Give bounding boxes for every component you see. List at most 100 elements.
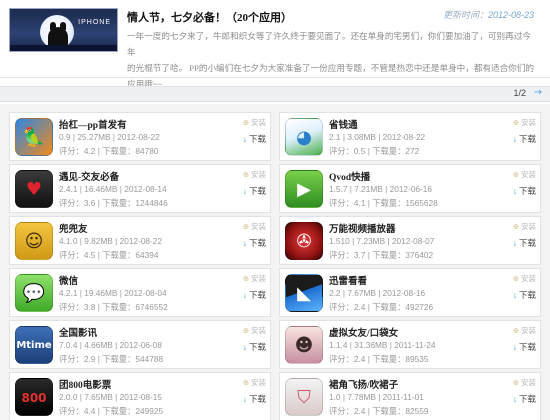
app-name[interactable]: 抬杠—pp首发有 [59,117,127,131]
download-button[interactable]: ↓ 下载 [232,133,266,148]
play-icon[interactable]: ▶ [285,170,323,208]
app-card[interactable]: ◣ 迅雷看看 2.2 | 7.67MB | 2012-08-16 评分：2.4 … [279,268,541,317]
download-arrow-icon: ↓ [512,342,517,352]
install-button[interactable]: ⊕ 安装 [502,117,536,129]
download-button[interactable]: ↓ 下载 [502,133,536,148]
install-button[interactable]: ⊕ 安装 [232,221,266,233]
install-label: 安装 [251,118,266,127]
app-name[interactable]: 虚拟女友/口袋女 [329,325,398,339]
app-card[interactable]: 800 团800电影票 2.0.0 | 7.65MB | 2012-08-15 … [9,372,271,420]
download-button[interactable]: ↓ 下载 [502,237,536,252]
app-card[interactable]: ⛉ 裙角飞扬/吹裙子 1.0 | 7.78MB | 2011-11-01 评分：… [279,372,541,420]
next-page-arrow-icon[interactable]: → [534,87,542,98]
topic-banner-image[interactable]: IPHONE [9,8,118,52]
app-name[interactable]: 省钱通 [329,117,358,131]
smiley-icon[interactable]: ☺ [15,222,53,260]
download-button[interactable]: ↓ 下载 [502,289,536,304]
install-label: 安装 [251,222,266,231]
app-size: 7.78MB [347,392,376,402]
app-card[interactable]: ☻ 虚拟女友/口袋女 1.1.4 | 31.36MB | 2011-11-24 … [279,320,541,369]
install-button[interactable]: ⊕ 安装 [232,325,266,337]
download-button[interactable]: ↓ 下载 [232,185,266,200]
app-meta: 2.4.1 | 16.46MB | 2012-08-14 [59,184,167,194]
app-stats: 评分：2.4 | 下载量：492726 [329,302,434,312]
app-stats: 评分：4.2 | 下载量：84780 [59,146,159,156]
chat-bubble-icon[interactable]: 💬 [15,274,53,312]
topic-title: 情人节，七夕必备！（20个应用） [127,12,292,24]
app-meta: 2.0.0 | 7.65MB | 2012-08-15 [59,392,163,402]
app-name[interactable]: 裙角飞扬/吹裙子 [329,377,398,391]
download-arrow-icon: ↓ [242,342,247,352]
download-button[interactable]: ↓ 下载 [502,341,536,356]
app-score: 评分：2.4 [329,406,366,416]
film-ticket-icon[interactable]: 800 [15,378,53,416]
app-meta: 2.1 | 3.08MB | 2012-08-22 [329,132,426,142]
app-version: 2.1 [329,132,341,142]
app-meta: 1.510 | 7.23MB | 2012-08-07 [329,236,435,246]
heart-icon[interactable]: ♥ [15,170,53,208]
app-name[interactable]: 兜兜友 [59,221,88,235]
install-label: 安装 [521,326,536,335]
topic-description: 一年一度的七夕来了，牛郎和织女等了许久终于要见面了。还在单身的宅男们，你们要加油… [127,28,539,92]
download-button[interactable]: ↓ 下载 [502,185,536,200]
update-time: 更新时间：2012-08-23 [443,8,534,21]
app-downloads: 下载量：89535 [372,354,429,364]
install-label: 安装 [521,378,536,387]
app-meta: 0.9 | 25.27MB | 2012-08-22 [59,132,160,142]
app-date: 2012-06-08 [119,340,163,350]
app-name[interactable]: Qvod快播 [329,169,370,183]
page-indicator: 1/2 [513,88,526,98]
install-button[interactable]: ⊕ 安装 [232,377,266,389]
install-icon: ⊕ [512,118,519,127]
download-label: 下载 [248,238,266,248]
download-button[interactable]: ↓ 下载 [502,393,536,408]
app-name[interactable]: 万能视频播放器 [329,221,396,235]
app-name[interactable]: 微信 [59,273,78,287]
download-arrow-icon: ↓ [512,134,517,144]
download-label: 下载 [518,290,536,300]
download-label: 下载 [518,342,536,352]
download-button[interactable]: ↓ 下载 [232,289,266,304]
clapperboard-icon[interactable]: ◣ [285,274,323,312]
app-name[interactable]: 全国影讯 [59,325,97,339]
mtime-icon[interactable]: Mtime [15,326,53,364]
app-version: 0.9 [59,132,71,142]
app-card[interactable]: ✇ 万能视频播放器 1.510 | 7.23MB | 2012-08-07 评分… [279,216,541,265]
parrot-icon[interactable]: 🦜 [15,118,53,156]
download-arrow-icon: ↓ [242,394,247,404]
app-stats: 评分：4.1 | 下载量：1565628 [329,198,438,208]
install-button[interactable]: ⊕ 安装 [502,377,536,389]
install-button[interactable]: ⊕ 安装 [232,169,266,181]
install-label: 安装 [521,222,536,231]
app-card[interactable]: ♥ 遇见-交友必备 2.4.1 | 16.46MB | 2012-08-14 评… [9,164,271,213]
app-version: 1.5.7 [329,184,348,194]
leaf-person-icon[interactable]: ◕ [285,118,323,156]
app-name[interactable]: 迅雷看看 [329,273,367,287]
skirt-icon[interactable]: ⛉ [285,378,323,416]
install-button[interactable]: ⊕ 安装 [502,273,536,285]
install-button[interactable]: ⊕ 安装 [502,325,536,337]
download-button[interactable]: ↓ 下载 [232,393,266,408]
app-card[interactable]: ☺ 兜兜友 4.1.0 | 9.82MB | 2012-08-22 评分：4.5… [9,216,271,265]
film-reel-icon[interactable]: ✇ [285,222,323,260]
install-button[interactable]: ⊕ 安装 [502,169,536,181]
app-downloads: 下载量：492726 [372,302,434,312]
app-card[interactable]: Mtime 全国影讯 7.0.4 | 4.66MB | 2012-06-08 评… [9,320,271,369]
app-name[interactable]: 遇见-交友必备 [59,169,119,183]
install-button[interactable]: ⊕ 安装 [232,273,266,285]
app-card[interactable]: ◕ 省钱通 2.1 | 3.08MB | 2012-08-22 评分：0.5 |… [279,112,541,161]
app-score: 评分：4.1 [329,198,366,208]
anime-girl-icon[interactable]: ☻ [285,326,323,364]
app-score: 评分：3.7 [329,250,366,260]
install-button[interactable]: ⊕ 安装 [232,117,266,129]
app-card[interactable]: ▶ Qvod快播 1.5.7 | 7.21MB | 2012-06-16 评分：… [279,164,541,213]
app-size: 16.46MB [84,184,118,194]
install-button[interactable]: ⊕ 安装 [502,221,536,233]
app-card[interactable]: 💬 微信 4.2.1 | 19.46MB | 2012-08-04 评分：3.8… [9,268,271,317]
app-card[interactable]: 🦜 抬杠—pp首发有 0.9 | 25.27MB | 2012-08-22 评分… [9,112,271,161]
banner-tag: IPHONE [78,19,111,26]
download-label: 下载 [518,394,536,404]
app-name[interactable]: 团800电影票 [59,377,111,391]
download-button[interactable]: ↓ 下载 [232,237,266,252]
download-button[interactable]: ↓ 下载 [232,341,266,356]
